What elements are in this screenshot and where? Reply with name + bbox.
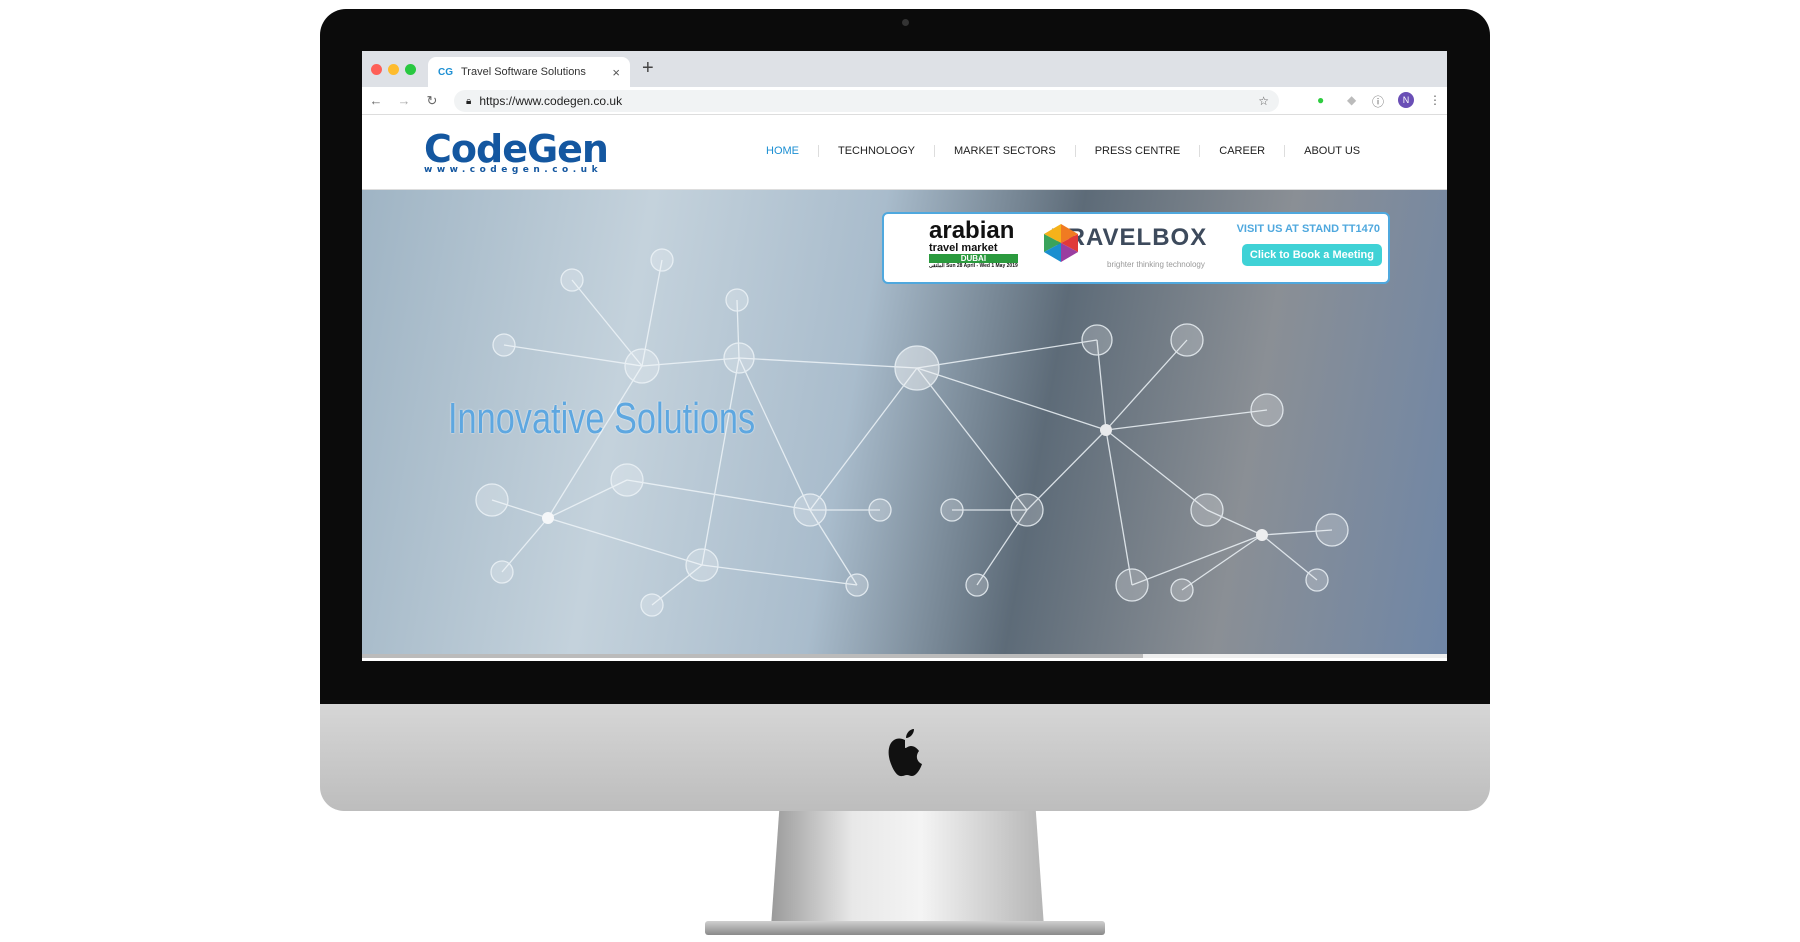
nav-press-centre[interactable]: PRESS CENTRE [1074, 145, 1200, 157]
monitor-stand [771, 811, 1044, 927]
arabian-travel-market-logo: arabian travel market DUBAI الملتقى Sun … [929, 217, 1018, 269]
close-window-button[interactable] [371, 64, 382, 75]
nav-technology[interactable]: TECHNOLOGY [818, 145, 934, 157]
browser-tab[interactable]: CG Travel Software Solutions × [428, 57, 630, 87]
url-text: https://www.codegen.co.uk [479, 94, 623, 108]
new-tab-button[interactable]: + [642, 57, 654, 80]
hero-headline: Innovative Solutions [448, 394, 756, 443]
avatar[interactable]: N [1398, 92, 1414, 108]
tab-title: Travel Software Solutions [461, 66, 586, 78]
reload-icon[interactable]: ↻ [418, 93, 446, 109]
book-meeting-button[interactable]: Click to Book a Meeting [1241, 244, 1382, 266]
codegen-logo[interactable]: CodeGen www.codegen.co.uk [424, 127, 609, 175]
menu-kebab-icon[interactable]: ⋮ [1429, 93, 1441, 107]
toolbar: ← → ↻ 🔒︎ https://www.codegen.co.uk ☆ ● ◆… [362, 87, 1447, 115]
forward-icon[interactable]: → [390, 93, 418, 108]
slider-progress [362, 654, 1447, 658]
extension-icon[interactable]: ◆ [1347, 93, 1356, 107]
monitor-foot [705, 921, 1105, 935]
nav-about-us[interactable]: ABOUT US [1284, 145, 1379, 157]
back-icon[interactable]: ← [362, 93, 390, 108]
lock-icon: 🔒︎ [466, 95, 472, 107]
apple-logo-icon [888, 729, 922, 777]
maximize-window-button[interactable] [405, 64, 416, 75]
travelbox-logo: TRAVELBOX brighter thinking technology [1044, 224, 1207, 269]
atm-promo-banner[interactable]: arabian travel market DUBAI الملتقى Sun … [882, 212, 1390, 284]
hero-banner: Innovative Solutions arabian travel mark… [362, 190, 1447, 658]
extension-icon[interactable]: ● [1317, 93, 1324, 107]
travelbox-cube-icon [1044, 224, 1078, 262]
main-nav: HOME TECHNOLOGY MARKET SECTORS PRESS CEN… [747, 145, 1379, 157]
nav-career[interactable]: CAREER [1199, 145, 1284, 157]
tab-bar: CG Travel Software Solutions × + [362, 51, 1447, 87]
stand-text: VISIT US AT STAND TT1470 [1236, 223, 1380, 235]
info-icon[interactable]: ⓘ [1372, 93, 1384, 110]
camera [902, 19, 909, 26]
screen: CG Travel Software Solutions × + ← → ↻ 🔒… [362, 51, 1447, 661]
nav-home[interactable]: HOME [747, 145, 818, 157]
bookmark-star-icon[interactable]: ☆ [1258, 94, 1269, 108]
site-header: CodeGen www.codegen.co.uk HOME TECHNOLOGY… [362, 115, 1447, 190]
close-tab-icon[interactable]: × [612, 65, 620, 80]
minimize-window-button[interactable] [388, 64, 399, 75]
address-bar[interactable]: 🔒︎ https://www.codegen.co.uk ☆ [454, 90, 1279, 112]
favicon: CG [438, 66, 453, 78]
nav-market-sectors[interactable]: MARKET SECTORS [934, 145, 1075, 157]
